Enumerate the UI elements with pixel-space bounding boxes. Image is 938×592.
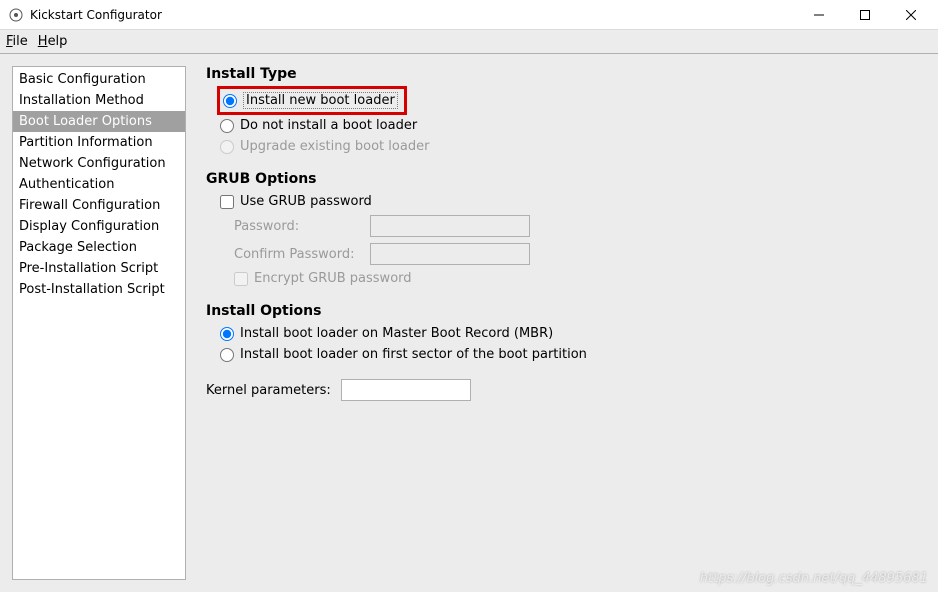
radio-do-not-install-label: Do not install a boot loader (240, 118, 417, 133)
titlebar: Kickstart Configurator (0, 0, 938, 30)
checkbox-use-grub-password-label: Use GRUB password (240, 194, 372, 209)
grub-confirm-input (370, 243, 530, 265)
checkbox-encrypt-grub-label: Encrypt GRUB password (254, 271, 412, 286)
sidebar: Basic Configuration Installation Method … (12, 66, 186, 580)
install-type-group: Install Type Install new boot loader Do … (206, 66, 922, 157)
radio-install-new[interactable] (223, 94, 237, 108)
grub-password-input (370, 215, 530, 237)
radio-mbr[interactable] (220, 327, 234, 341)
sidebar-item-basic-configuration[interactable]: Basic Configuration (13, 69, 185, 90)
radio-do-not-install[interactable] (220, 119, 234, 133)
menubar: File Help (0, 30, 938, 54)
radio-mbr-label: Install boot loader on Master Boot Recor… (240, 326, 553, 341)
grub-options-heading: GRUB Options (206, 171, 922, 187)
checkbox-encrypt-grub (234, 272, 248, 286)
grub-confirm-label: Confirm Password: (234, 247, 364, 262)
radio-upgrade (220, 140, 234, 154)
minimize-button[interactable] (796, 0, 842, 30)
install-options-heading: Install Options (206, 303, 922, 319)
row-do-not-install: Do not install a boot loader (206, 115, 922, 136)
menu-help[interactable]: Help (38, 34, 68, 49)
sidebar-item-post-installation-script[interactable]: Post-Installation Script (13, 279, 185, 300)
row-upgrade: Upgrade existing boot loader (206, 136, 922, 157)
sidebar-item-boot-loader-options[interactable]: Boot Loader Options (13, 111, 185, 132)
maximize-button[interactable] (842, 0, 888, 30)
grub-password-label: Password: (234, 219, 364, 234)
radio-install-new-label: Install new boot loader (243, 92, 398, 109)
watermark: https://blog.csdn.net/qq_44895681 (700, 571, 928, 586)
main-panel: Install Type Install new boot loader Do … (202, 66, 926, 580)
row-grub-confirm: Confirm Password: (206, 240, 922, 268)
grub-options-group: GRUB Options Use GRUB password Password:… (206, 171, 922, 289)
sidebar-item-pre-installation-script[interactable]: Pre-Installation Script (13, 258, 185, 279)
menu-file[interactable]: File (6, 34, 28, 49)
radio-upgrade-label: Upgrade existing boot loader (240, 139, 429, 154)
install-options-group: Install Options Install boot loader on M… (206, 303, 922, 365)
sidebar-item-authentication[interactable]: Authentication (13, 174, 185, 195)
sidebar-item-package-selection[interactable]: Package Selection (13, 237, 185, 258)
row-use-grub-password: Use GRUB password (206, 191, 922, 212)
checkbox-use-grub-password[interactable] (220, 195, 234, 209)
highlight-install-new: Install new boot loader (217, 86, 407, 115)
sidebar-item-display-configuration[interactable]: Display Configuration (13, 216, 185, 237)
radio-first-sector-label: Install boot loader on first sector of t… (240, 347, 587, 362)
kernel-parameters-row: Kernel parameters: (206, 379, 922, 401)
sidebar-item-partition-information[interactable]: Partition Information (13, 132, 185, 153)
row-first-sector: Install boot loader on first sector of t… (206, 344, 922, 365)
kernel-parameters-label: Kernel parameters: (206, 383, 331, 398)
window-title: Kickstart Configurator (30, 8, 796, 22)
sidebar-item-network-configuration[interactable]: Network Configuration (13, 153, 185, 174)
window-controls (796, 0, 934, 30)
app-icon (8, 7, 24, 23)
row-encrypt-grub: Encrypt GRUB password (206, 268, 922, 289)
sidebar-item-installation-method[interactable]: Installation Method (13, 90, 185, 111)
row-grub-password: Password: (206, 212, 922, 240)
row-mbr: Install boot loader on Master Boot Recor… (206, 323, 922, 344)
radio-first-sector[interactable] (220, 348, 234, 362)
install-type-heading: Install Type (206, 66, 922, 82)
workspace: Basic Configuration Installation Method … (0, 54, 938, 592)
sidebar-item-firewall-configuration[interactable]: Firewall Configuration (13, 195, 185, 216)
close-button[interactable] (888, 0, 934, 30)
kernel-parameters-input[interactable] (341, 379, 471, 401)
